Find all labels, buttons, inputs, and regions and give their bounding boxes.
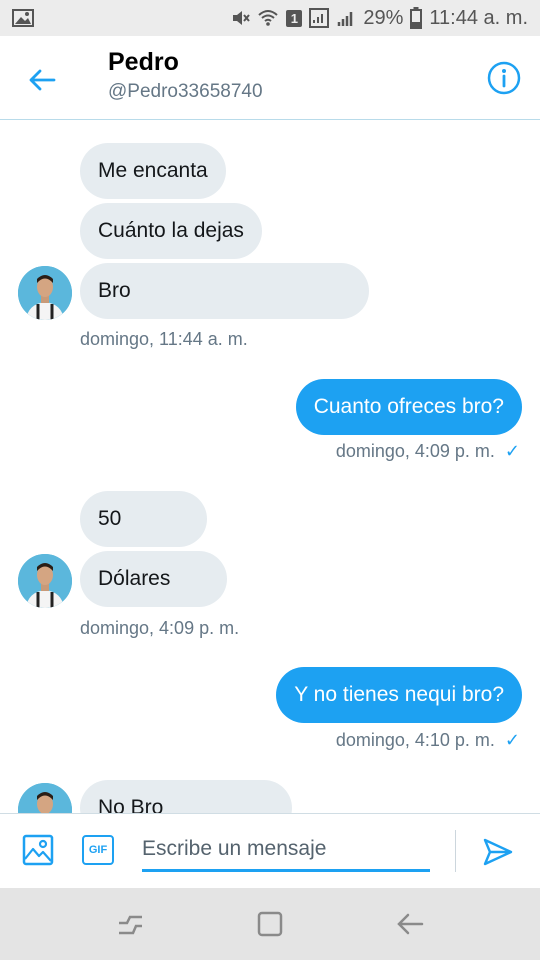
battery-icon: [410, 7, 423, 29]
read-check-icon: ✓: [504, 730, 520, 750]
message-timestamp: domingo, 4:10 p. m. ✓: [336, 730, 520, 751]
message-composer: GIF: [0, 813, 540, 888]
battery-percent: 29%: [363, 6, 404, 29]
incoming-message[interactable]: Me encanta: [80, 143, 226, 199]
gif-button[interactable]: GIF: [82, 835, 114, 865]
system-nav-bar: [0, 888, 540, 960]
timestamp-text: domingo, 4:09 p. m.: [335, 441, 495, 461]
info-button[interactable]: [486, 60, 522, 96]
send-button[interactable]: [480, 834, 516, 870]
back-button[interactable]: [22, 60, 62, 100]
incoming-message[interactable]: Dólares: [80, 551, 227, 607]
signal-icon: [336, 8, 356, 28]
system-back-button[interactable]: [390, 904, 430, 944]
mute-icon: [230, 8, 251, 28]
avatar[interactable]: [18, 783, 72, 813]
contact-name[interactable]: Pedro: [108, 48, 179, 77]
arrow-left-icon: [29, 69, 56, 91]
outgoing-message[interactable]: Y no tienes nequi bro?: [276, 667, 522, 723]
message-timestamp: domingo, 4:09 p. m.: [80, 618, 240, 638]
message-list[interactable]: Me encanta Cuánto la dejas Bro domingo, …: [0, 121, 540, 813]
back-icon: [397, 913, 424, 935]
sim-badge: 1: [286, 9, 303, 27]
info-icon: [487, 61, 521, 95]
incoming-message[interactable]: Cuánto la dejas: [80, 203, 262, 259]
send-icon: [483, 838, 513, 866]
home-icon: [257, 911, 283, 937]
message-timestamp: domingo, 11:44 a. m.: [80, 329, 248, 349]
avatar[interactable]: [18, 554, 72, 608]
gallery-notification-icon: [12, 9, 34, 27]
image-icon: [22, 834, 54, 866]
conversation-header: Pedro @Pedro33658740: [0, 36, 540, 120]
clock: 11:44 a. m.: [429, 6, 528, 29]
incoming-message[interactable]: No Bro: [80, 780, 292, 813]
read-check-icon: ✓: [504, 441, 520, 461]
recents-icon: [119, 915, 142, 935]
status-bar: 1 29% 11:44 a. m.: [0, 0, 540, 36]
incoming-message[interactable]: 50: [80, 491, 207, 547]
timestamp-text: domingo, 4:10 p. m.: [335, 730, 495, 750]
wifi-icon: [257, 8, 279, 28]
home-button[interactable]: [250, 904, 290, 944]
recents-button[interactable]: [110, 904, 150, 944]
signal-box-icon: [309, 8, 330, 28]
message-timestamp: domingo, 4:09 p. m. ✓: [336, 441, 520, 462]
add-photo-button[interactable]: [22, 834, 54, 866]
outgoing-message[interactable]: Cuanto ofreces bro?: [295, 379, 522, 435]
message-input[interactable]: [142, 828, 430, 872]
contact-handle[interactable]: @Pedro33658740: [108, 81, 263, 103]
avatar[interactable]: [18, 266, 72, 320]
composer-divider: [455, 830, 456, 872]
incoming-message[interactable]: Bro: [80, 263, 369, 319]
